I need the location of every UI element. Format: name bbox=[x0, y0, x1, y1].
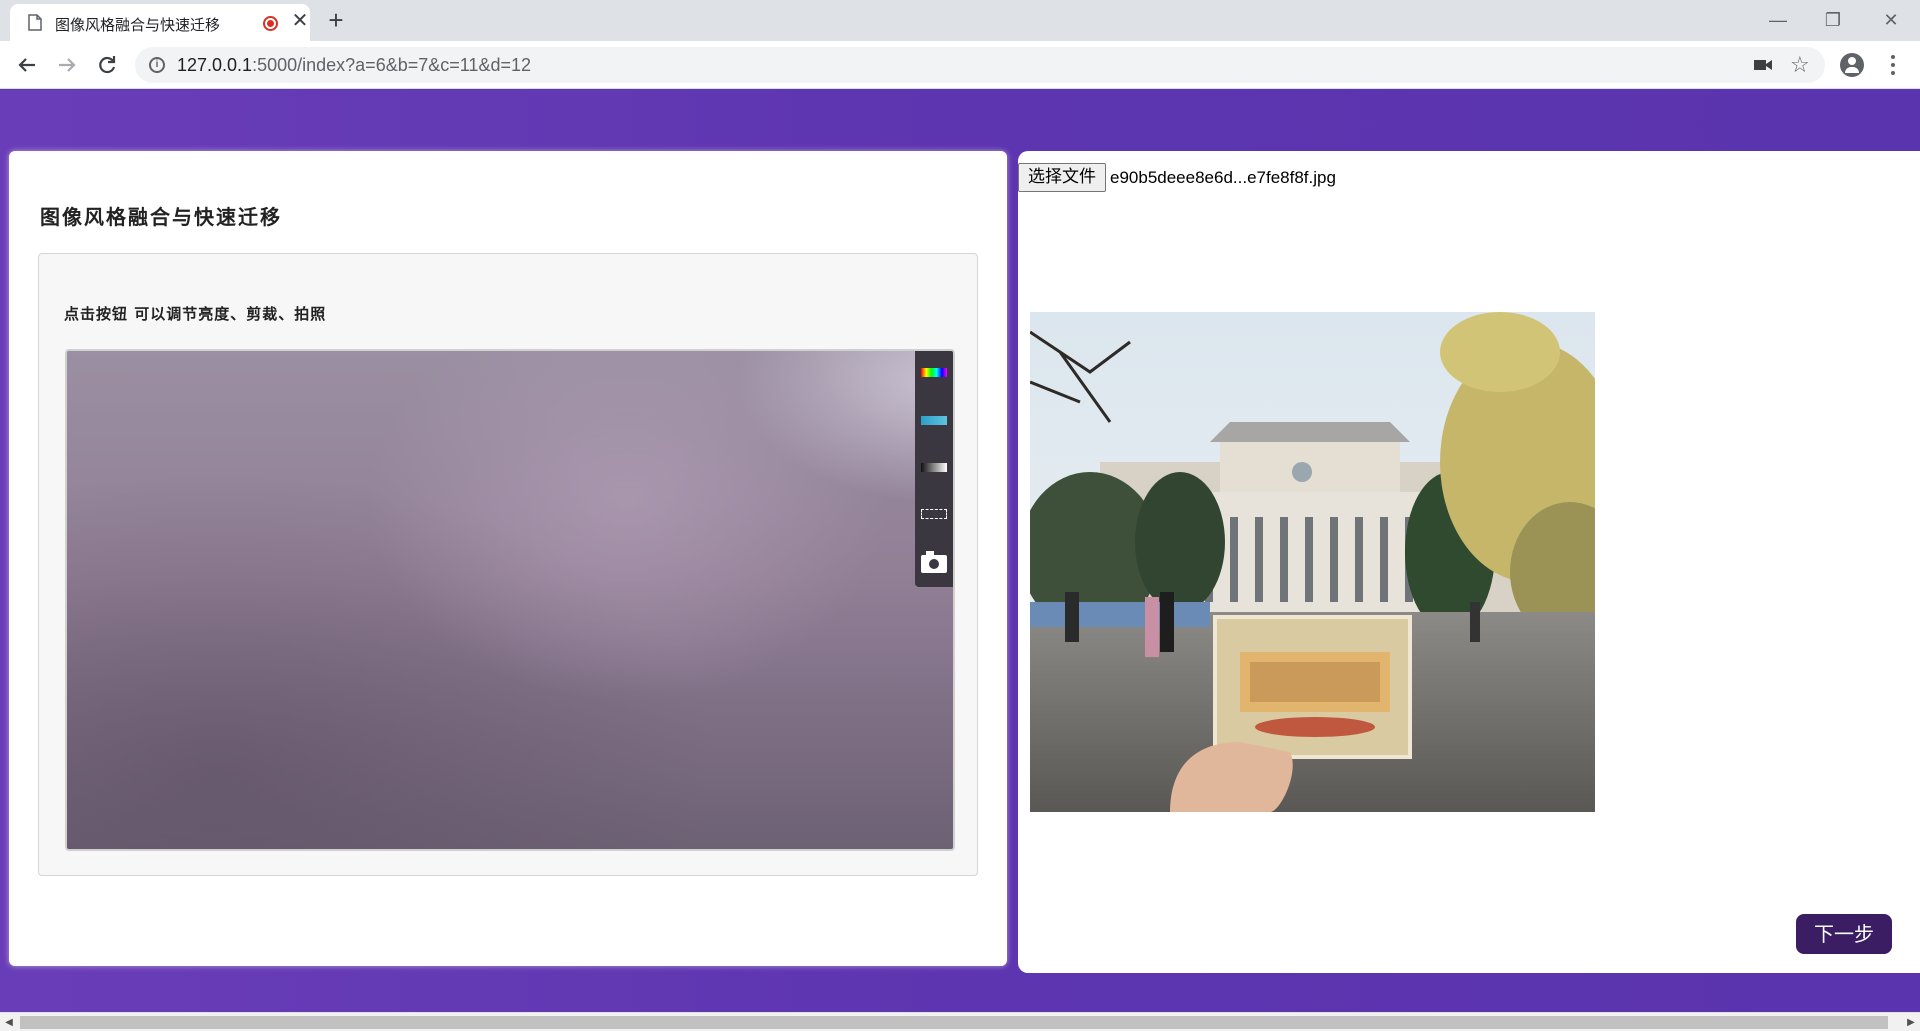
camera-card: 图像风格融合与快速迁移 点击按钮 可以调节亮度、剪裁、拍照 bbox=[9, 151, 1007, 966]
reload-button[interactable] bbox=[93, 51, 121, 79]
camera-preview bbox=[65, 349, 955, 851]
url-text: 127.0.0.1:5000/index?a=6&b=7&c=11&d=12 bbox=[177, 55, 531, 76]
camera-icon bbox=[921, 551, 947, 573]
next-step-button[interactable]: 下一步 bbox=[1796, 914, 1892, 954]
kebab-menu-icon[interactable] bbox=[1888, 51, 1898, 79]
selected-file-name: e90b5deee8e6d...e7fe8f8f.jpg bbox=[1110, 168, 1336, 187]
tint-button[interactable] bbox=[921, 405, 947, 435]
reload-icon bbox=[99, 56, 116, 74]
page-content: 图像风格融合与快速迁移 点击按钮 可以调节亮度、剪裁、拍照 选择文件 e90b5… bbox=[0, 90, 1920, 1012]
brightness-icon bbox=[921, 463, 947, 472]
recording-icon bbox=[263, 16, 278, 31]
back-arrow-icon bbox=[18, 58, 35, 72]
snapshot-button[interactable] bbox=[921, 547, 947, 577]
camera-toolbar bbox=[915, 351, 953, 587]
forward-arrow-icon bbox=[59, 58, 76, 72]
profile-icon[interactable] bbox=[1840, 53, 1864, 77]
browser-tab[interactable]: 图像风格融合与快速迁移 ✕ bbox=[10, 4, 310, 41]
uploaded-photo bbox=[1030, 312, 1595, 812]
tint-icon bbox=[921, 416, 947, 425]
browser-toolbar: i 127.0.0.1:5000/index?a=6&b=7&c=11&d=12… bbox=[0, 41, 1920, 89]
scrollbar-thumb[interactable] bbox=[20, 1016, 1888, 1029]
color-filter-icon bbox=[921, 368, 947, 377]
scroll-left-icon[interactable]: ◀ bbox=[2, 1016, 16, 1030]
new-tab-button[interactable]: + bbox=[322, 6, 350, 34]
tab-close-icon[interactable]: ✕ bbox=[290, 11, 310, 31]
back-button[interactable] bbox=[13, 51, 41, 79]
upload-card: 选择文件 e90b5deee8e6d...e7fe8f8f.jpg 下一步 bbox=[1018, 151, 1920, 973]
color-filter-button[interactable] bbox=[921, 357, 947, 387]
url-path: :5000/index?a=6&b=7&c=11&d=12 bbox=[252, 55, 531, 75]
url-host: 127.0.0.1 bbox=[177, 55, 253, 75]
document-icon bbox=[28, 14, 42, 31]
forward-button[interactable] bbox=[53, 51, 81, 79]
crop-button[interactable] bbox=[921, 499, 947, 529]
choose-file-button[interactable]: 选择文件 bbox=[1018, 163, 1106, 192]
tab-title: 图像风格融合与快速迁移 bbox=[55, 17, 221, 34]
site-info-icon[interactable]: i bbox=[149, 57, 165, 73]
crop-icon bbox=[921, 509, 947, 519]
address-bar[interactable]: i 127.0.0.1:5000/index?a=6&b=7&c=11&d=12 bbox=[135, 47, 1825, 83]
page-title: 图像风格融合与快速迁移 bbox=[40, 205, 282, 229]
bookmark-star-icon[interactable]: ☆ bbox=[1790, 51, 1810, 79]
camera-in-use-icon[interactable] bbox=[1753, 55, 1773, 75]
scroll-right-icon[interactable]: ▶ bbox=[1904, 1016, 1918, 1030]
camera-hint: 点击按钮 可以调节亮度、剪裁、拍照 bbox=[64, 305, 327, 323]
tab-strip: 图像风格融合与快速迁移 ✕ + — ❐ ✕ bbox=[0, 0, 1920, 41]
brightness-button[interactable] bbox=[921, 452, 947, 482]
window-restore-button[interactable]: ❐ bbox=[1813, 6, 1853, 34]
camera-panel: 点击按钮 可以调节亮度、剪裁、拍照 bbox=[38, 253, 978, 876]
window-close-button[interactable]: ✕ bbox=[1871, 6, 1911, 34]
window-minimize-button[interactable]: — bbox=[1758, 6, 1798, 34]
horizontal-scrollbar[interactable]: ◀ ▶ bbox=[0, 1012, 1920, 1031]
